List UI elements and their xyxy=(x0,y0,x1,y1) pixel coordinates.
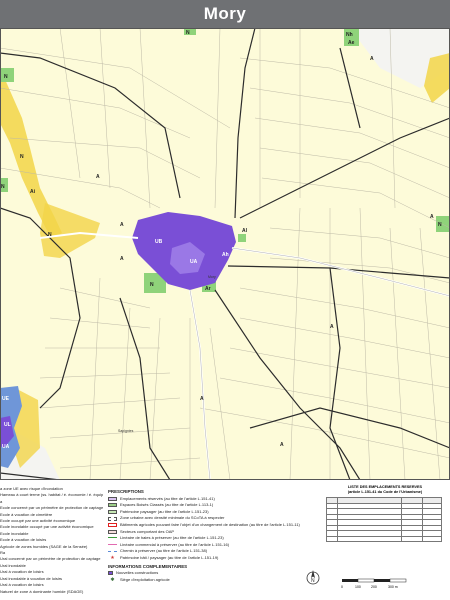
legend-prescription-item: Zone urbaine avec densité minimale du SC… xyxy=(108,515,323,522)
zone-label: N xyxy=(186,30,190,36)
zone-label: A xyxy=(370,56,374,62)
legend-zone-item: Ecole concerné par un périmètre de prote… xyxy=(0,505,103,511)
new-construction-swatch xyxy=(108,571,113,576)
oap-sector-swatch xyxy=(108,529,117,534)
zone-label: N xyxy=(1,184,5,190)
zone-label: A xyxy=(96,174,100,180)
legend-prescription-item: Emplacements réservés (au titre de l'art… xyxy=(108,496,323,503)
north-arrow-icon: N xyxy=(306,570,320,585)
zone-label: N xyxy=(4,74,8,80)
info-heading: INFORMATIONS COMPLEMENTAIRES xyxy=(108,563,188,569)
reserved-area-swatch xyxy=(108,496,117,501)
scale-bar: 0 100 200 300 m xyxy=(341,578,407,589)
legend-prescription-item: Linéaire de haies à préserver (au titre … xyxy=(108,535,323,542)
hedge-line-swatch xyxy=(108,537,117,540)
zone-label: N xyxy=(20,154,24,160)
legend-prescription-item: ★ Patrimoine bâti / paysager (au titre de… xyxy=(108,555,323,562)
map-title: Mory xyxy=(0,0,450,28)
classified-woodland-swatch xyxy=(108,503,117,508)
zone-label: Ar xyxy=(205,286,211,292)
scale-label: 100 xyxy=(355,585,361,589)
zone-label: UL xyxy=(4,422,11,428)
scale-label: 200 xyxy=(371,585,377,589)
zone-label: N xyxy=(438,222,442,228)
zone-label: A xyxy=(280,442,284,448)
legend-prescription-item: Patrimoine paysager (au titre de l'artic… xyxy=(108,509,323,516)
table-row xyxy=(326,535,442,542)
reserved-areas-subtitle: (article L.151-41 du Code de l'Urbanisme… xyxy=(347,490,423,494)
legend-prescriptions: PRESCRIPTIONS Emplacements réservés (au … xyxy=(108,489,323,583)
zone-label: Al xyxy=(242,228,248,234)
zone-label: Ae xyxy=(348,40,355,46)
legend-zones: a zone UE avec risque d'inondation Hamea… xyxy=(0,486,103,595)
place-label: Mory xyxy=(208,275,216,279)
commercial-line-swatch xyxy=(108,544,117,547)
farm-headquarters-star-icon: ✱ xyxy=(110,577,115,584)
zone-label: Nh xyxy=(346,32,353,38)
urban-density-swatch xyxy=(108,516,117,521)
scale-label: 300 m xyxy=(388,585,398,589)
zone-label: A xyxy=(200,396,204,402)
landscape-heritage-swatch xyxy=(108,510,117,515)
zone-label: Ah xyxy=(222,252,229,258)
zone-label: UB xyxy=(155,239,163,245)
svg-text:N: N xyxy=(311,578,315,584)
zone-label: UE xyxy=(2,396,10,402)
place-label: Sapignies xyxy=(118,429,134,433)
zone-label: Ai xyxy=(30,189,36,195)
legend-prescription-item: Secteurs comportant des OAP xyxy=(108,529,323,536)
zoning-map[interactable]: N N Nh Ae A N Ai N A Al N UB UA Ah N Ar … xyxy=(0,28,450,480)
zone-label: N xyxy=(150,282,154,288)
built-heritage-star-icon: ★ xyxy=(110,555,115,562)
legend-info-item: Nouvelles constructions xyxy=(108,570,323,577)
legend-prescription-item: Linéaire commercial à préserver (au titr… xyxy=(108,542,323,549)
legend-prescription-item: Bâtiments agricoles pouvant faire l'obje… xyxy=(108,522,323,529)
legend-prescription-item: Chemin à préserver (au titre de l'articl… xyxy=(108,548,323,555)
reserved-areas-table xyxy=(326,497,442,542)
zone-label: N xyxy=(48,232,52,238)
prescriptions-heading: PRESCRIPTIONS xyxy=(108,489,144,494)
legend-zone-item: Ecole inondable occupé par une activité … xyxy=(0,524,94,530)
reserved-areas-table-block: LISTE DES EMPLACEMENTS RESERVES (article… xyxy=(326,485,444,542)
legend-prescription-item: Espaces Boisés Classés (au titre de l'ar… xyxy=(108,502,323,509)
zone-label: A xyxy=(120,222,124,228)
legend-info-item: ✱ Siège d'exploitation agricole xyxy=(108,577,323,584)
legend-zone-item: Naturel de zone à dominante humide (SDAG… xyxy=(0,588,84,594)
natural-zone xyxy=(238,234,246,242)
legend-zone-item: Hameau à court terme (ss. habitat / é. é… xyxy=(0,492,103,498)
agricultural-building-swatch xyxy=(108,523,117,528)
zone-label: UA xyxy=(2,444,10,450)
legend-zone-item: Ural concerné par un périmètre de protec… xyxy=(0,556,101,562)
path-line-swatch xyxy=(108,550,117,553)
legend-panel: a zone UE avec risque d'inondation Hamea… xyxy=(0,480,450,600)
zone-label: A xyxy=(120,256,124,262)
scale-label: 0 xyxy=(341,585,343,589)
zone-label: UA xyxy=(190,259,198,265)
zone-label: A xyxy=(430,214,434,220)
zone-label: A xyxy=(330,324,334,330)
